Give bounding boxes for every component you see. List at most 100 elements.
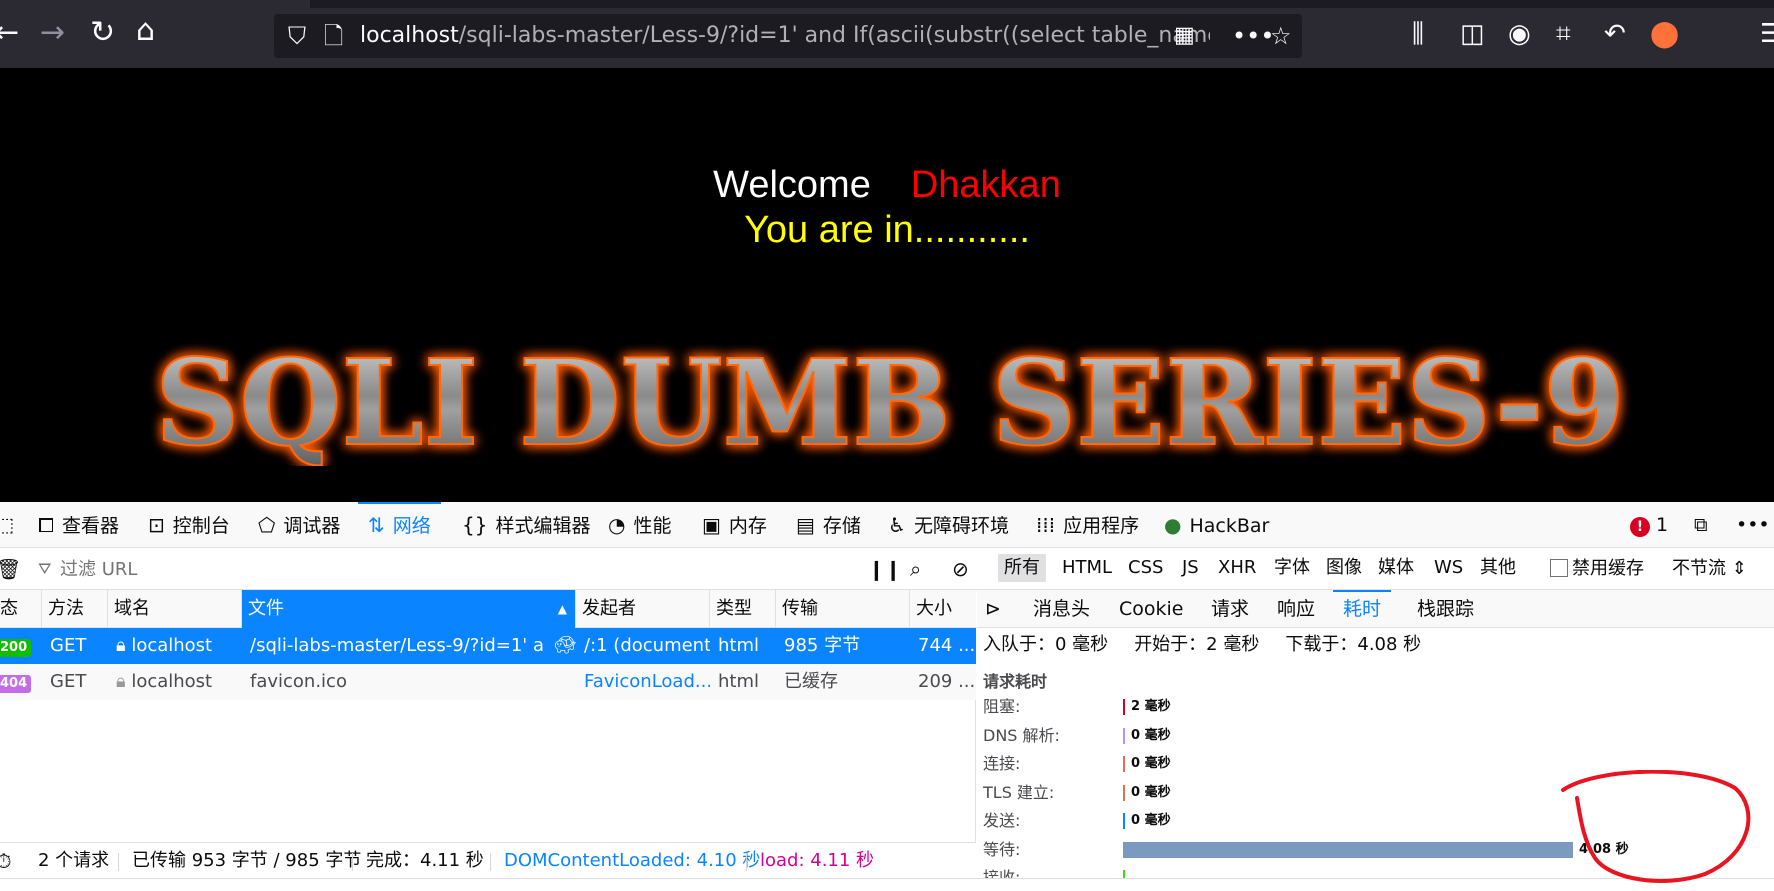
tab-label: HackBar [1189, 515, 1270, 537]
tab-performance[interactable]: ◔ 性能 [608, 502, 671, 548]
timing-bar [1123, 870, 1125, 878]
timing-row: 接收: [983, 865, 1773, 878]
welcome-line: Welcome Dhakkan [0, 163, 1774, 207]
filter-xhr[interactable]: XHR [1212, 554, 1262, 582]
status-badge: 404 [0, 675, 32, 693]
tab-timings[interactable]: 耗时 [1333, 590, 1392, 628]
tab-label: 样式编辑器 [495, 515, 591, 537]
tab-storage[interactable]: ▤ 存储 [796, 502, 861, 548]
tab-accessibility[interactable]: ♿ 无障碍环境 [888, 502, 1009, 548]
sidebar-icon[interactable]: ◫ [1460, 20, 1485, 48]
filter-ws[interactable]: WS [1428, 554, 1469, 582]
debugger-icon: ⬠ [258, 513, 276, 537]
col-file-label: 文件 [248, 598, 284, 619]
initiator-cell[interactable]: FaviconLoad... [578, 664, 710, 700]
back-icon[interactable]: ← [0, 18, 19, 48]
filter-images[interactable]: 图像 [1320, 554, 1368, 582]
tab-headers[interactable]: 消息头 [1033, 590, 1090, 628]
tab-request[interactable]: 请求 [1211, 590, 1249, 628]
more-actions-icon[interactable]: ••• [1232, 24, 1274, 48]
method-cell: GET [50, 671, 87, 692]
tab-label: 控制台 [172, 515, 230, 537]
filter-other[interactable]: 其他 [1474, 554, 1522, 582]
timing-bar [1123, 784, 1125, 801]
page-icon[interactable]: 🗋 [324, 24, 343, 48]
updown-icon: ⇕ [1731, 558, 1747, 579]
table-row[interactable]: 404 GET 🔒︎ localhost favicon.ico Favicon… [0, 664, 976, 700]
tab-debugger[interactable]: ⬠ 调试器 [258, 502, 340, 548]
tab-hackbar[interactable]: ● HackBar [1164, 502, 1269, 548]
tab-stack-trace[interactable]: 栈跟踪 [1417, 590, 1474, 628]
timing-label: DNS 解析: [983, 725, 1060, 745]
grid-icon: ⁞⁞⁞ [1036, 513, 1056, 537]
tab-label: 性能 [633, 515, 672, 537]
tab-network[interactable]: ⇅ 网络 [358, 502, 441, 548]
tab-memory[interactable]: ▣ 内存 [702, 502, 767, 548]
divider [490, 853, 491, 871]
tab-label: 内存 [728, 515, 767, 537]
col-method[interactable]: 方法 [42, 590, 108, 628]
domain-cell: 🔒︎ localhost [110, 628, 242, 664]
url-path: /sqli-labs-master/Less-9/?id=1' and If(a… [458, 23, 1210, 48]
filter-url-input[interactable] [36, 556, 836, 582]
col-initiator[interactable]: 发起者 [576, 590, 710, 628]
tab-cookies[interactable]: Cookie [1119, 590, 1184, 628]
tab-inspector[interactable]: ⧠ 查看器 [38, 502, 119, 548]
tab-response[interactable]: 响应 [1277, 590, 1315, 628]
network-filterbar: 🗑 ⛛ ❙❙ ⌕ ⊘ 所有 HTML CSS JS XHR 字体 图像 媒体 W… [0, 548, 1774, 590]
tab-style-editor[interactable]: {} 样式编辑器 [462, 502, 590, 548]
filter-js[interactable]: JS [1176, 554, 1205, 582]
timing-label: 连接: [983, 754, 1021, 773]
error-counter[interactable]: ! 1 [1630, 514, 1668, 537]
menu-icon[interactable]: ☰ [1760, 20, 1774, 48]
timing-label: 等待: [983, 839, 1021, 859]
home-icon[interactable]: ⌂ [136, 16, 155, 46]
trash-icon[interactable]: 🗑 [0, 557, 21, 581]
reload-icon[interactable]: ↻ [90, 18, 115, 48]
checkbox-box[interactable] [1550, 559, 1568, 577]
filter-all[interactable]: 所有 [998, 554, 1046, 582]
undo-icon[interactable]: ↶ [1604, 20, 1626, 48]
col-domain[interactable]: 域名 [108, 590, 242, 628]
filter-fonts[interactable]: 字体 [1268, 554, 1316, 582]
devtools-menu-icon[interactable]: ••• [1736, 502, 1770, 548]
stopwatch-icon[interactable]: ⏱ [0, 843, 12, 879]
bookmark-star-icon[interactable]: ☆ [1270, 24, 1292, 48]
tab-console[interactable]: ⊡ 控制台 [148, 502, 230, 548]
account-icon[interactable]: ◉ [1508, 20, 1531, 48]
timing-bar [1123, 841, 1573, 858]
file-cell: /sqli-labs-master/Less-9/?id=1' and If( [250, 635, 544, 656]
col-status[interactable]: 态 [0, 590, 42, 628]
qr-code-icon[interactable]: ▦ [1174, 24, 1195, 48]
pause-icon[interactable]: ❙❙ [868, 557, 902, 581]
throttle-select[interactable]: 不节流 ⇕ [1672, 556, 1747, 582]
url-bar[interactable]: ⛉ 🗋 localhost/sqli-labs-master/Less-9/?i… [274, 14, 1302, 58]
timing-row: 阻塞: 2 毫秒 [983, 694, 1773, 720]
dock-icon[interactable]: ⧉ [1694, 502, 1708, 548]
forward-icon[interactable]: → [40, 18, 65, 48]
block-icon[interactable]: ⊘ [952, 557, 969, 581]
disable-cache-checkbox[interactable]: 禁用缓存 [1550, 556, 1644, 582]
table-row[interactable]: 200 GET 🔒︎ localhost /sqli-labs-master/L… [0, 628, 976, 664]
initiator-cell[interactable]: /:1 (document) [578, 628, 710, 664]
tab-label: 存储 [822, 515, 861, 537]
size-cell: 209 ... [918, 671, 976, 692]
extension-icon[interactable]: ⬤ [1650, 20, 1679, 48]
pick-element-icon[interactable]: ⬚ [0, 502, 14, 548]
col-file[interactable]: 文件 ▲ [242, 590, 576, 628]
url-text[interactable]: localhost/sqli-labs-master/Less-9/?id=1'… [360, 23, 1210, 49]
col-type[interactable]: 类型 [710, 590, 776, 628]
domain-text: localhost [131, 671, 213, 692]
toggle-sidebar-icon[interactable]: ⊳ [985, 590, 1001, 628]
filter-html[interactable]: HTML [1056, 554, 1118, 582]
col-transferred[interactable]: 传输 [776, 590, 910, 628]
col-size[interactable]: 大小 [910, 590, 976, 628]
library-icon[interactable]: ⫼ [1412, 20, 1424, 48]
shield-icon[interactable]: ⛉ [288, 24, 306, 48]
page-content: Welcome Dhakkan You are in........... SQL… [0, 68, 1774, 502]
tab-application[interactable]: ⁞⁞⁞ 应用程序 [1036, 502, 1139, 548]
crop-icon[interactable]: ⌗ [1556, 20, 1571, 48]
filter-media[interactable]: 媒体 [1372, 554, 1420, 582]
search-icon[interactable]: ⌕ [910, 557, 921, 581]
filter-css[interactable]: CSS [1122, 554, 1169, 582]
